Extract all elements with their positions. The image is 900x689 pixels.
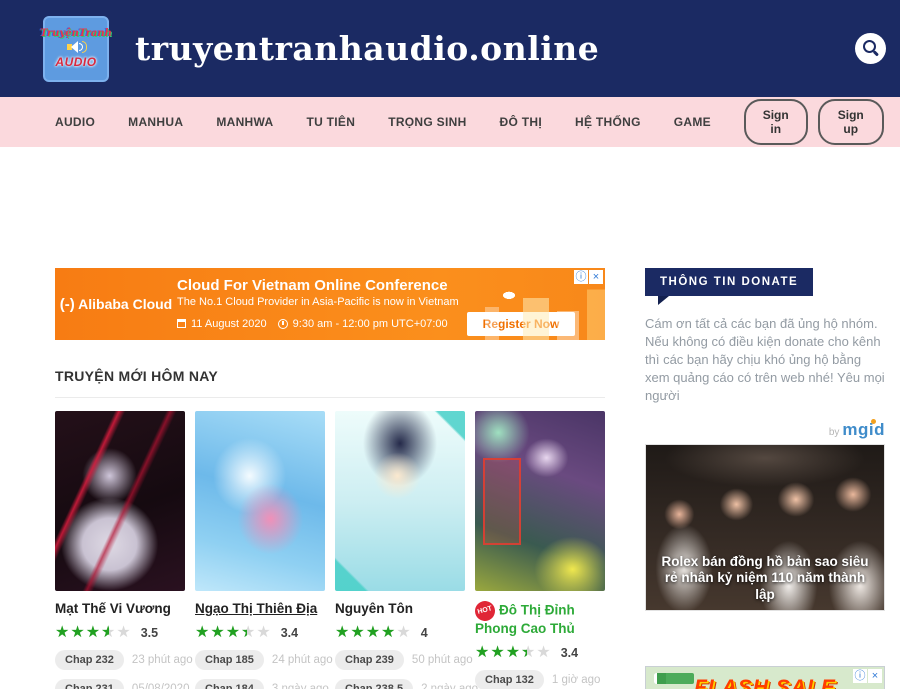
- chapter-row: Chap 232 23 phút ago: [55, 650, 185, 670]
- chapter-row: Chap 185 24 phút ago: [195, 650, 325, 670]
- main-content: (-) Alibaba Cloud Cloud For Vietnam Onli…: [0, 147, 900, 689]
- comic-cover-image[interactable]: [55, 411, 185, 591]
- chapter-badge[interactable]: Chap 231: [55, 679, 124, 689]
- rating-row: ★★★★★★★★★★ 3.4: [195, 625, 325, 641]
- comic-title-link[interactable]: Mạt Thế Vi Vương: [55, 601, 185, 618]
- mgid-attribution[interactable]: bymgid: [645, 420, 885, 440]
- comic-title-link[interactable]: Nguyên Tôn: [335, 601, 465, 618]
- chapter-badge[interactable]: Chap 132: [475, 670, 544, 689]
- star-rating-icon: ★★★★★★★★★★: [335, 625, 412, 641]
- chapter-time: 05/08/2020: [132, 683, 190, 689]
- mgid-ad-caption: Rolex bán đồng hồ bản sao siêu rẻ nhân k…: [646, 554, 884, 603]
- chapter-time: 1 giờ ago: [552, 674, 600, 686]
- donate-message: Cám ơn tất cả các bạn đã ủng hộ nhóm. Nế…: [645, 315, 885, 405]
- speaker-icon: [67, 41, 85, 53]
- chapter-time: 2 ngày ago: [421, 683, 478, 689]
- section-header: TRUYỆN MỚI HÔM NAY: [55, 368, 605, 398]
- rating-row: ★★★★★★★★★★ 3.5: [55, 625, 185, 641]
- chapter-badge[interactable]: Chap 239: [335, 650, 404, 670]
- ad-title: Cloud For Vietnam Online Conference: [177, 277, 605, 294]
- alibaba-ad-banner[interactable]: (-) Alibaba Cloud Cloud For Vietnam Onli…: [55, 268, 605, 340]
- chapter-time: 23 phút ago: [132, 654, 193, 666]
- chapter-badge[interactable]: Chap 184: [195, 679, 264, 689]
- rating-value: 3.4: [561, 646, 578, 660]
- sign-in-button[interactable]: Sign in: [744, 99, 808, 145]
- nav-item-manhwa[interactable]: MANHWA: [216, 115, 273, 129]
- mgid-logo: mgid: [842, 420, 885, 439]
- chapter-row: Chap 184 3 ngày ago: [195, 679, 325, 689]
- register-now-button[interactable]: Register Now: [467, 312, 576, 336]
- comic-card-grid: Mạt Thế Vi Vương ★★★★★★★★★★ 3.5 Chap 232…: [55, 411, 605, 689]
- sign-up-button[interactable]: Sign up: [818, 99, 885, 145]
- ad-subtitle: The No.1 Cloud Provider in Asia-Pacific …: [177, 296, 605, 308]
- logo-text-top: TruyệnTranh: [40, 28, 112, 39]
- comic-card: Nguyên Tôn ★★★★★★★★★★ 4 Chap 239 50 phút…: [335, 411, 465, 689]
- comic-title-link[interactable]: Ngạo Thị Thiên Địa: [195, 601, 325, 618]
- mgid-sponsored-ad[interactable]: Rolex bán đồng hồ bản sao siêu rẻ nhân k…: [645, 444, 885, 611]
- clock-icon: [278, 319, 288, 329]
- flash-sale-ad[interactable]: ⓘ × FLASH SALE XEM NGAY: [645, 666, 885, 689]
- nav-item-audio[interactable]: AUDIO: [55, 115, 95, 129]
- comic-card: Mạt Thế Vi Vương ★★★★★★★★★★ 3.5 Chap 232…: [55, 411, 185, 689]
- hot-badge: HOT: [473, 599, 497, 623]
- search-icon[interactable]: [855, 33, 886, 64]
- site-logo[interactable]: TruyệnTranh AUDIO: [43, 16, 109, 82]
- flash-ad-brand-badge: [654, 673, 694, 684]
- chapter-time: 50 phút ago: [412, 654, 473, 666]
- rating-value: 4: [421, 626, 428, 640]
- site-title[interactable]: truyentranhaudio.online: [135, 29, 599, 68]
- rating-row: ★★★★★★★★★★ 3.4: [475, 645, 605, 661]
- chapter-time: 24 phút ago: [272, 654, 333, 666]
- nav-item-do-thi[interactable]: ĐÔ THỊ: [500, 115, 542, 129]
- alibaba-logo-icon: (-): [60, 296, 75, 313]
- rating-row: ★★★★★★★★★★ 4: [335, 625, 465, 641]
- ad-close-icon[interactable]: ×: [868, 669, 882, 683]
- star-rating-icon: ★★★★★★★★★★: [55, 625, 132, 641]
- site-header: TruyệnTranh AUDIO truyentranhaudio.onlin…: [0, 0, 900, 97]
- calendar-icon: [177, 319, 186, 328]
- chapter-row: Chap 132 1 giờ ago: [475, 670, 605, 689]
- chapter-badge[interactable]: Chap 185: [195, 650, 264, 670]
- comic-card: Ngạo Thị Thiên Địa ★★★★★★★★★★ 3.4 Chap 1…: [195, 411, 325, 689]
- section-title: TRUYỆN MỚI HÔM NAY: [55, 368, 218, 384]
- adchoices-info-icon[interactable]: ⓘ: [853, 669, 867, 683]
- nav-item-trong-sinh[interactable]: TRỌNG SINH: [388, 115, 466, 129]
- donate-section-title: THÔNG TIN DONATE: [645, 268, 813, 296]
- comic-title-link[interactable]: HOTĐô Thị Đỉnh Phong Cao Thủ: [475, 601, 605, 638]
- ad-close-icon[interactable]: ×: [589, 270, 603, 284]
- chapter-time: 3 ngày ago: [272, 683, 329, 689]
- nav-item-manhua[interactable]: MANHUA: [128, 115, 183, 129]
- chapter-badge[interactable]: Chap 232: [55, 650, 124, 670]
- nav-item-game[interactable]: GAME: [674, 115, 711, 129]
- nav-item-he-thong[interactable]: HỆ THỐNG: [575, 115, 641, 129]
- main-nav: AUDIO MANHUA MANHWA TU TIÊN TRỌNG SINH Đ…: [0, 97, 900, 147]
- comic-card: HOTĐô Thị Đỉnh Phong Cao Thủ ★★★★★★★★★★ …: [475, 411, 605, 689]
- nav-item-tu-tien[interactable]: TU TIÊN: [306, 115, 355, 129]
- rating-value: 3.4: [281, 626, 298, 640]
- chapter-row: Chap 239 50 phút ago: [335, 650, 465, 670]
- ad-time: 9:30 am - 12:00 pm UTC+07:00: [293, 318, 448, 330]
- star-rating-icon: ★★★★★★★★★★: [475, 645, 552, 661]
- comic-cover-image[interactable]: [475, 411, 605, 591]
- star-rating-icon: ★★★★★★★★★★: [195, 625, 272, 641]
- chapter-row: Chap 238.5 2 ngày ago: [335, 679, 465, 689]
- comic-cover-image[interactable]: [335, 411, 465, 591]
- logo-text-bottom: AUDIO: [55, 55, 96, 69]
- rating-value: 3.5: [141, 626, 158, 640]
- comic-cover-image[interactable]: [195, 411, 325, 591]
- adchoices-info-icon[interactable]: ⓘ: [574, 270, 588, 284]
- chapter-row: Chap 231 05/08/2020: [55, 679, 185, 689]
- chapter-badge[interactable]: Chap 238.5: [335, 679, 413, 689]
- alibaba-cloud-logo: (-) Alibaba Cloud: [55, 296, 177, 313]
- ad-date: 11 August 2020: [191, 318, 267, 330]
